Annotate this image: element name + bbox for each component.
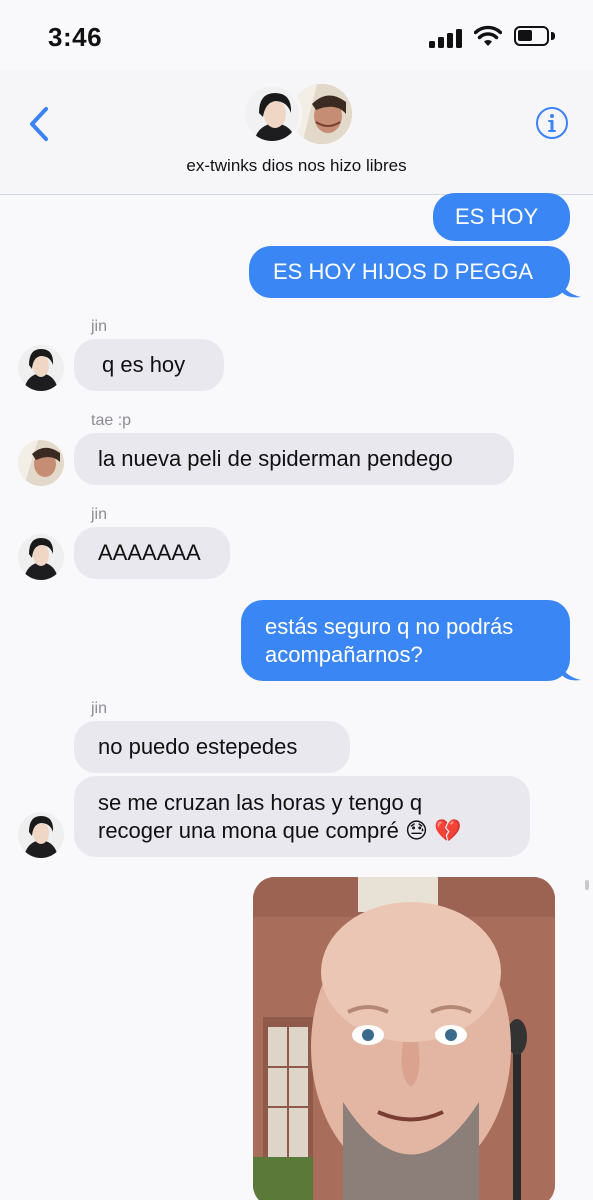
status-time: 3:46	[48, 22, 103, 52]
bubble-tail	[561, 662, 581, 681]
message-text-line: estás seguro q no podrás	[265, 613, 514, 639]
message-bubble-incoming[interactable]: q es hoy	[74, 339, 224, 391]
group-name[interactable]: ex-twinks dios nos hizo libres	[0, 156, 593, 176]
message-text: q es hoy	[102, 352, 186, 377]
bubble-tail	[561, 279, 581, 298]
sender-name: jin	[91, 700, 108, 717]
signal-icon	[429, 28, 463, 48]
group-avatar[interactable]	[242, 84, 352, 144]
message-text: ES HOY HIJOS D PEGGA	[273, 259, 533, 284]
message-text-line: recoger una mona que compré 😓 💔	[98, 817, 462, 843]
avatar-jin[interactable]	[18, 534, 64, 580]
avatar-tae[interactable]	[18, 440, 64, 486]
info-icon[interactable]	[535, 106, 569, 140]
message-text: la nueva peli de spiderman pendego	[98, 446, 453, 471]
message-bubble-incoming[interactable]: no puedo estepedes	[74, 721, 350, 773]
message-text: ES HOY	[455, 204, 539, 229]
avatar-jin[interactable]	[18, 812, 64, 858]
message-bubble-outgoing[interactable]: estás seguro q no podrás acompañarnos?	[241, 600, 570, 681]
wifi-icon	[474, 25, 502, 46]
avatar-jin	[242, 84, 302, 144]
sender-name: jin	[91, 318, 108, 335]
message-text: AAAAAAA	[98, 540, 201, 565]
battery-icon	[514, 26, 549, 46]
avatar-jin[interactable]	[18, 345, 64, 391]
message-text-line: acompañarnos?	[265, 641, 423, 667]
message-bubble-outgoing[interactable]: ES HOY HIJOS D PEGGA	[249, 246, 570, 298]
message-bubble-outgoing[interactable]: ES HOY	[433, 193, 570, 241]
message-image[interactable]	[253, 877, 555, 1200]
message-bubble-incoming[interactable]: la nueva peli de spiderman pendego	[74, 433, 514, 485]
message-bubble-incoming[interactable]: AAAAAAA	[74, 527, 230, 579]
message-text: no puedo estepedes	[98, 734, 298, 759]
sender-name: jin	[91, 506, 108, 523]
status-bar: 3:46	[0, 0, 593, 70]
sender-name: tae :p	[91, 412, 132, 429]
conversation-header: ex-twinks dios nos hizo libres	[0, 70, 593, 195]
message-bubble-incoming[interactable]: se me cruzan las horas y tengo q recoger…	[74, 776, 530, 857]
chevron-left-icon[interactable]	[24, 104, 54, 144]
battery-cap	[551, 32, 555, 40]
message-text-line: se me cruzan las horas y tengo q	[98, 789, 423, 815]
scrollbar[interactable]	[585, 880, 589, 890]
